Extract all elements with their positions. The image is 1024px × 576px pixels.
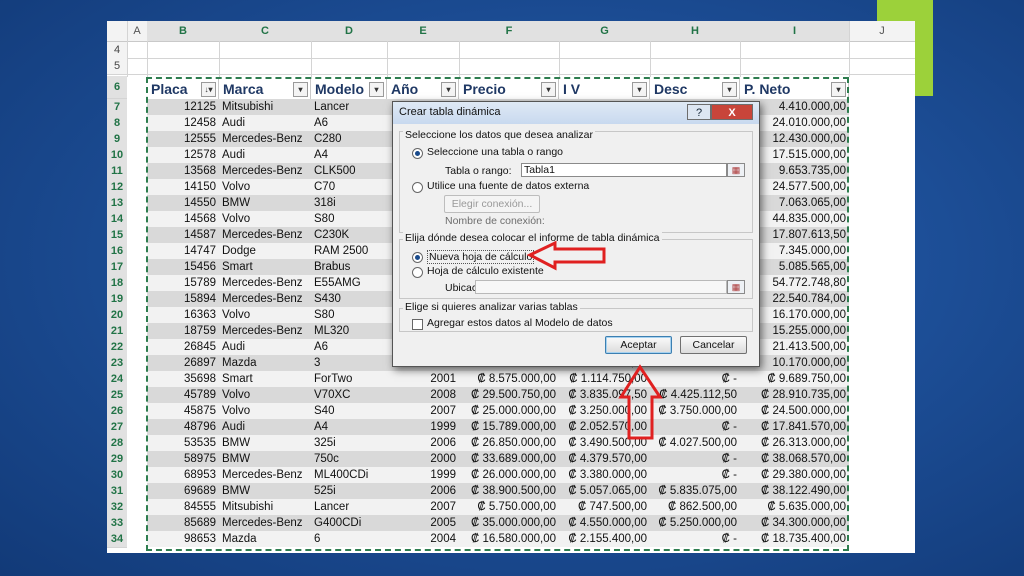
slide: ABCDEFGHIJ 4 5 6 7 8 9 10 11 12 13 14 15 16 17 18 19 20 2… (0, 0, 1024, 576)
arrow-left-annotation (526, 240, 606, 271)
arrow-up-annotation (618, 364, 663, 440)
annotation-arrows (526, 240, 663, 440)
